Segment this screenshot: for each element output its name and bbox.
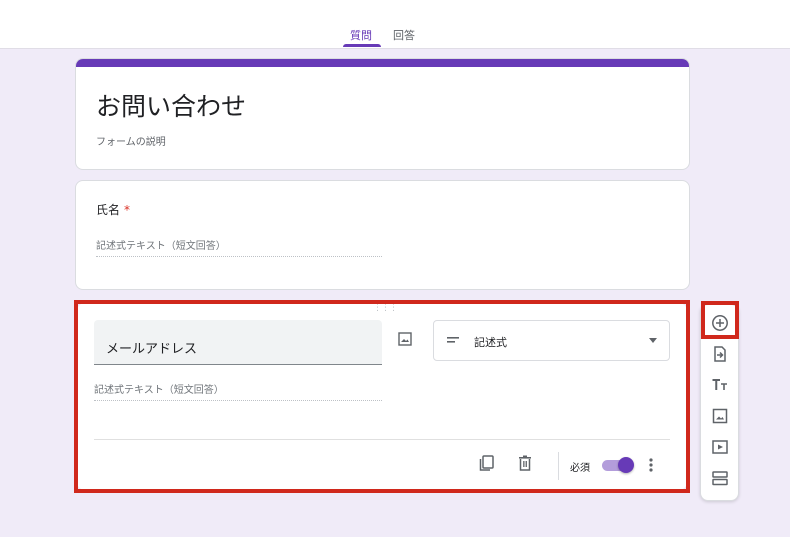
question-card-email[interactable]: ⋮⋮⋮ メールアドレス 記述式 記述式テキスト（短文回答） 必須 (77, 303, 687, 490)
import-questions-icon[interactable] (711, 345, 729, 363)
chevron-down-icon (649, 338, 657, 343)
toggle-knob (618, 457, 634, 473)
active-tab-indicator (343, 44, 381, 47)
add-title-icon[interactable] (711, 376, 729, 394)
question-label: 氏名 (96, 203, 121, 217)
form-title[interactable]: お問い合わせ (96, 87, 246, 123)
short-answer-icon (447, 335, 459, 345)
add-video-icon[interactable] (711, 438, 729, 456)
short-answer-placeholder: 記述式テキスト（短文回答） (96, 237, 382, 257)
form-description[interactable]: フォームの説明 (96, 133, 166, 148)
side-toolbar (700, 304, 739, 501)
footer-divider (94, 439, 670, 440)
delete-icon[interactable] (516, 454, 534, 472)
tab-questions[interactable]: 質問 (350, 27, 372, 43)
card-accent-bar (76, 59, 689, 67)
top-bar: 質問 回答 (0, 0, 790, 49)
required-asterisk: * (124, 203, 131, 217)
form-header-card[interactable]: お問い合わせ フォームの説明 (75, 58, 690, 170)
question-card-name[interactable]: 氏名 * 記述式テキスト（短文回答） (75, 180, 690, 290)
question-type-dropdown[interactable]: 記述式 (433, 320, 670, 361)
footer-separator (558, 452, 559, 480)
add-image-icon[interactable] (398, 332, 412, 346)
duplicate-icon[interactable] (478, 454, 496, 472)
question-title-input[interactable]: メールアドレス (94, 320, 382, 365)
add-question-icon[interactable] (711, 314, 729, 332)
required-toggle[interactable] (602, 457, 634, 473)
required-label: 必須 (570, 463, 590, 474)
short-answer-placeholder: 記述式テキスト（短文回答） (94, 381, 382, 401)
more-options-icon[interactable] (647, 456, 655, 474)
add-image-icon[interactable] (711, 407, 729, 425)
question-title: 氏名 * (96, 201, 130, 218)
question-type-label: 記述式 (474, 336, 507, 349)
drag-handle-icon[interactable]: ⋮⋮⋮ (373, 304, 398, 313)
tab-responses[interactable]: 回答 (393, 27, 415, 43)
add-section-icon[interactable] (711, 469, 729, 487)
